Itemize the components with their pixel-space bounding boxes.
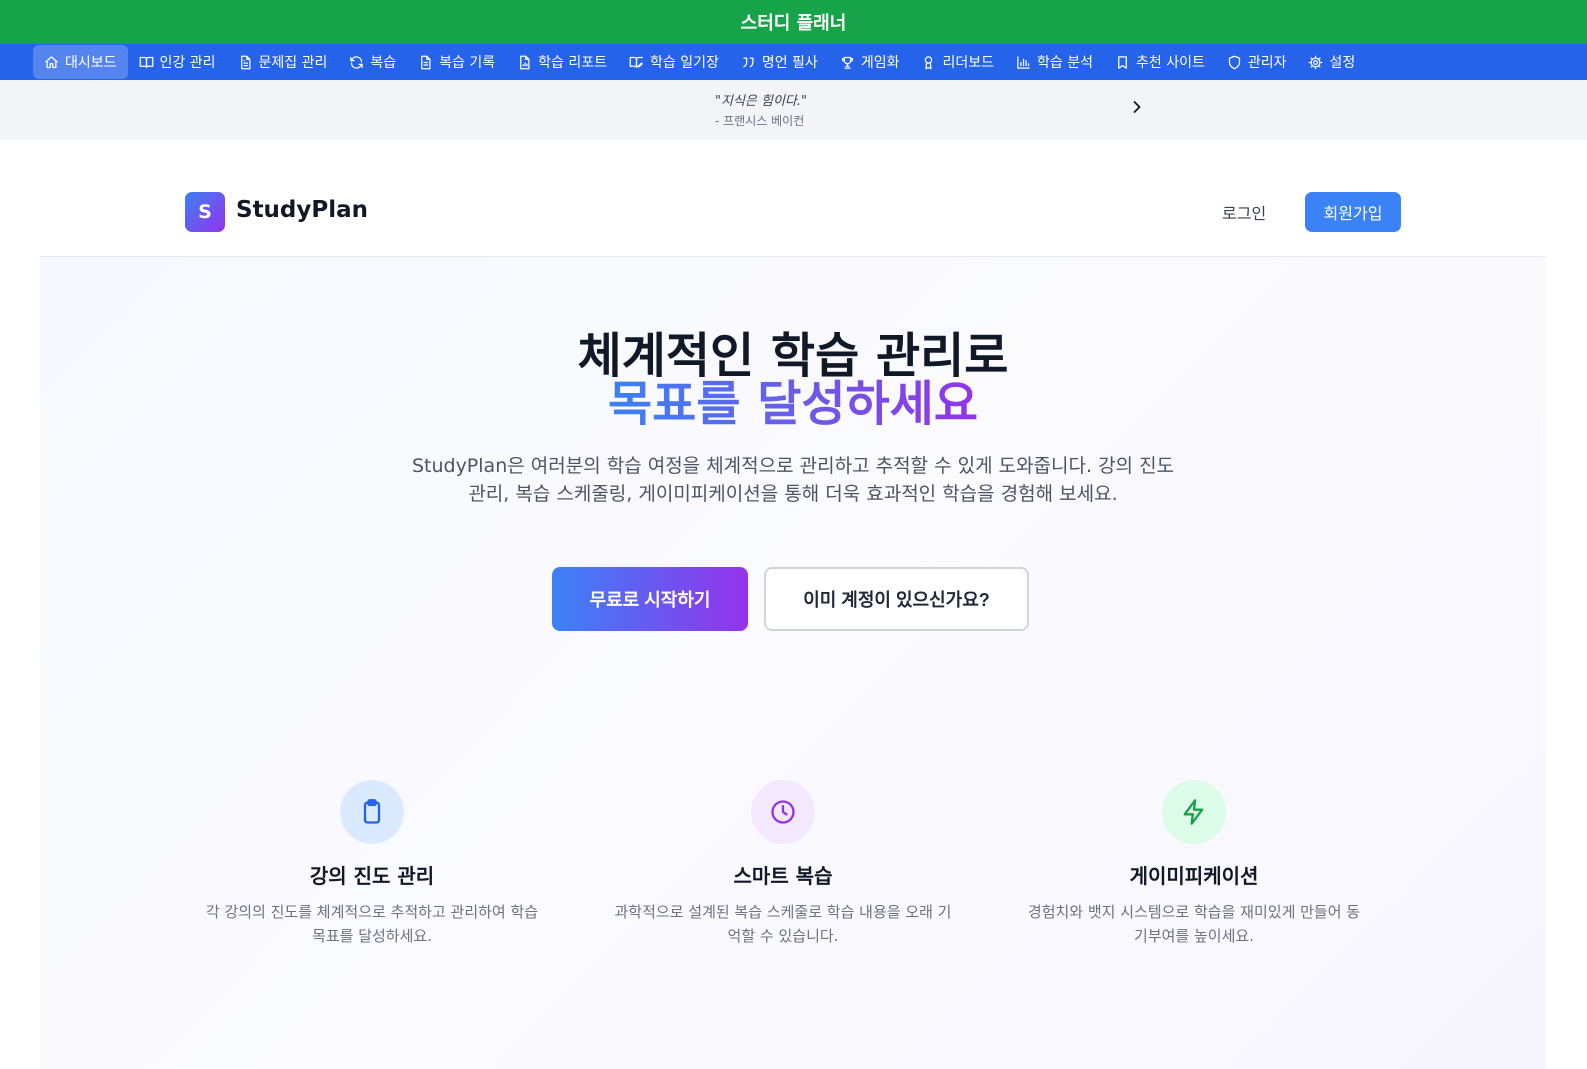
gear-icon <box>1309 55 1323 69</box>
home-icon <box>45 55 58 68</box>
hero-title-line1: 체계적인 학습 관리로 <box>577 328 1009 384</box>
bookmark-icon <box>1118 55 1127 69</box>
refresh-icon <box>350 55 364 69</box>
nav-item-label: 문제집 관리 <box>258 55 328 71</box>
main-nav: 대시보드 인강 관리 문제집 관리 복습 복습 기록 학습 리포트 학습 일기장… <box>0 44 1587 80</box>
lightning-icon <box>1183 799 1204 825</box>
logo-mark[interactable]: S <box>185 192 225 232</box>
app-title-banner: 스터디 플래너 <box>0 0 1587 44</box>
nav-item-review-history[interactable]: 복습 기록 <box>407 45 506 79</box>
nav-item-gamification[interactable]: 게임화 <box>829 45 911 79</box>
nav-item-dashboard[interactable]: 대시보드 <box>33 45 128 79</box>
nav-item-workbooks[interactable]: 문제집 관리 <box>227 45 339 79</box>
nav-item-analytics[interactable]: 학습 분석 <box>1005 45 1104 79</box>
login-link[interactable]: 로그인 <box>1222 200 1266 224</box>
logo-letter: S <box>198 201 212 223</box>
nav-item-diary[interactable]: 학습 일기장 <box>618 45 730 79</box>
feature-icon-circle <box>1162 780 1226 844</box>
bar-chart-icon <box>1017 55 1030 69</box>
site-header: S StudyPlan 로그인 회원가입 <box>40 166 1546 257</box>
feature-description: 각 강의의 진도를 체계적으로 추적하고 관리하여 학습 목표를 달성하세요. <box>205 903 539 945</box>
app-title: 스터디 플래너 <box>740 13 847 34</box>
shield-icon <box>1228 55 1240 69</box>
nav-item-label: 학습 일기장 <box>649 55 719 71</box>
feature-title: 강의 진도 관리 <box>309 864 435 888</box>
nav-item-settings[interactable]: 설정 <box>1297 45 1366 79</box>
nav-item-label: 관리자 <box>1247 55 1287 71</box>
logo-text[interactable]: StudyPlan <box>236 197 368 223</box>
book-open-icon <box>139 56 153 68</box>
nav-item-lectures[interactable]: 인강 관리 <box>128 45 227 79</box>
trophy-icon <box>841 56 854 69</box>
chevron-right-icon[interactable] <box>1127 97 1147 117</box>
nav-item-label: 학습 분석 <box>1037 55 1093 71</box>
nav-item-label: 추천 사이트 <box>1135 55 1205 71</box>
feature-icon-circle <box>340 780 404 844</box>
hero-title-highlight: 목표를 달성하세요 <box>608 376 978 432</box>
file-list-icon <box>421 55 431 69</box>
feature-smart-review: 스마트 복습 과학적으로 설계된 복습 스케줄로 학습 내용을 오래 기억할 수… <box>583 780 983 948</box>
feature-lecture-progress: 강의 진도 관리 각 강의의 진도를 체계적으로 추적하고 관리하여 학습 목표… <box>172 780 572 948</box>
quote-bar: "지식은 힘이다." - 프랜시스 베이컨 <box>0 80 1587 140</box>
start-free-button[interactable]: 무료로 시작하기 <box>552 567 748 631</box>
file-text-icon <box>240 55 251 69</box>
feature-icon-circle <box>751 780 815 844</box>
nav-item-quotes[interactable]: 명언 필사 <box>730 45 829 79</box>
nav-item-label: 리더보드 <box>942 55 994 71</box>
nav-item-label: 복습 기록 <box>439 55 496 71</box>
quote-icon <box>743 57 754 67</box>
signup-button[interactable]: 회원가입 <box>1305 192 1401 232</box>
existing-account-button[interactable]: 이미 계정이 있으신가요? <box>764 567 1029 631</box>
nav-item-label: 게임화 <box>860 55 900 71</box>
feature-title: 게이미피케이션 <box>1129 864 1259 888</box>
nav-item-label: 학습 리포트 <box>538 55 607 71</box>
hero-description: StudyPlan은 여러분의 학습 여정을 체계적으로 관리하고 추적할 수 … <box>411 455 1175 505</box>
nav-item-recommended-sites[interactable]: 추천 사이트 <box>1104 45 1216 79</box>
hero-title-line2: 목표를 달성하세요 <box>40 378 1546 430</box>
feature-description: 경험치와 뱃지 시스템으로 학습을 재미있게 만들어 동기부여를 높이세요. <box>1027 903 1361 945</box>
nav-item-review[interactable]: 복습 <box>338 45 407 79</box>
clock-icon <box>771 800 795 824</box>
file-chart-icon <box>520 55 530 69</box>
nav-item-label: 인강 관리 <box>159 55 216 71</box>
feature-description: 과학적으로 설계된 복습 스케줄로 학습 내용을 오래 기억할 수 있습니다. <box>614 903 952 945</box>
nav-item-report[interactable]: 학습 리포트 <box>506 45 618 79</box>
quote-author: - 프랜시스 베이컨 <box>715 114 805 128</box>
notebook-pen-icon <box>629 56 643 68</box>
nav-item-label: 복습 <box>370 55 397 71</box>
clipboard-icon <box>363 799 381 824</box>
nav-item-label: 대시보드 <box>65 55 117 71</box>
landing-page: S StudyPlan 로그인 회원가입 체계적인 학습 관리로 목표를 달성하… <box>40 166 1546 1069</box>
quote-text: "지식은 힘이다." <box>715 94 807 109</box>
award-icon <box>925 55 933 69</box>
nav-item-admin[interactable]: 관리자 <box>1216 45 1298 79</box>
nav-item-label: 명언 필사 <box>761 55 818 71</box>
nav-item-label: 설정 <box>1329 55 1356 71</box>
feature-title: 스마트 복습 <box>733 864 833 888</box>
feature-gamification: 게이미피케이션 경험치와 뱃지 시스템으로 학습을 재미있게 만들어 동기부여를… <box>994 780 1394 948</box>
nav-item-leaderboard[interactable]: 리더보드 <box>910 45 1005 79</box>
